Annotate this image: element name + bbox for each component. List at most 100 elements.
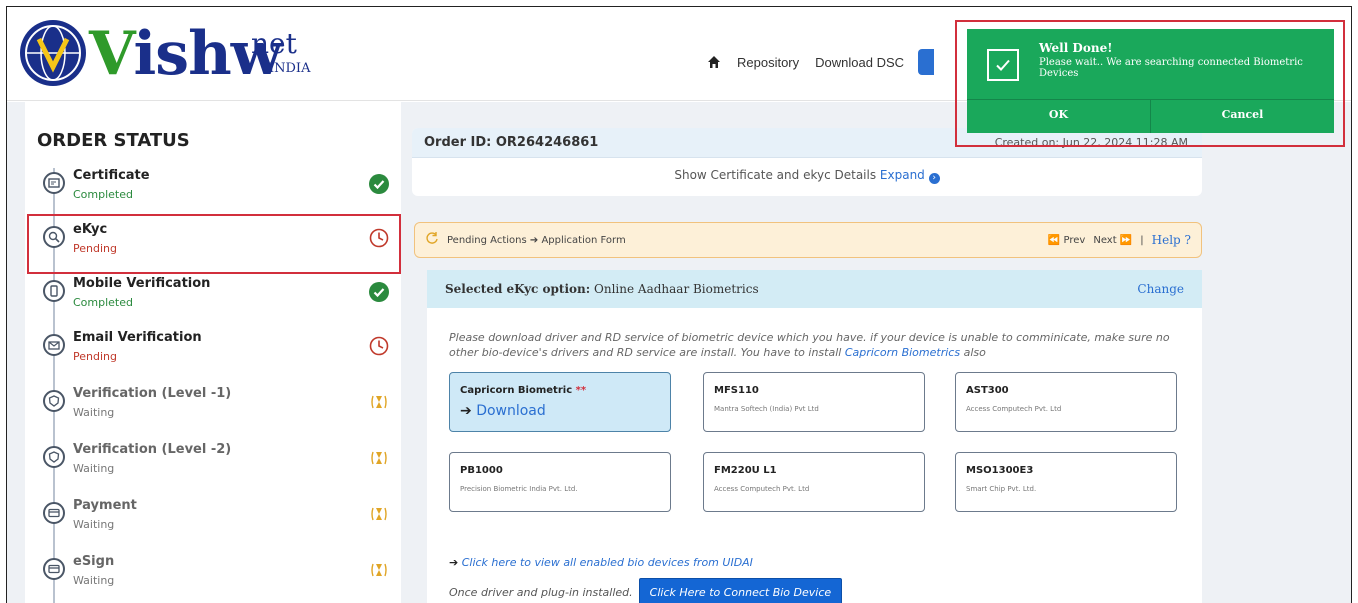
completed-check-icon (369, 282, 389, 302)
device-vendor: Mantra Softech (India) Pvt Ltd (714, 405, 819, 413)
arrow-right-icon: ➔ (529, 235, 539, 246)
step-status: Completed (73, 296, 133, 309)
step-esign[interactable]: eSign Waiting (39, 550, 389, 602)
toast-message: Please wait.. We are searching connected… (1039, 57, 1303, 79)
nav-download-dsc[interactable]: Download DSC (815, 55, 904, 70)
order-status-sidebar: ORDER STATUS Certificate Completed eKyc … (25, 102, 401, 603)
next-button[interactable]: Next ⏩ (1093, 235, 1132, 246)
capricorn-link[interactable]: Capricorn Biometrics (845, 346, 960, 359)
device-name: MSO1300E3 (966, 465, 1034, 476)
pending-actions-bar: Pending Actions ➔ Application Form ⏪ Pre… (414, 222, 1202, 258)
brand-net: net (251, 27, 297, 60)
device-name: Capricorn Biometric ** (460, 385, 587, 396)
step-title: Mobile Verification (73, 276, 211, 291)
help-link[interactable]: Help ? (1152, 233, 1191, 247)
refresh-icon (426, 232, 438, 244)
connect-row: Once driver and plug-in installed. Click… (449, 578, 843, 603)
step-certificate[interactable]: Certificate Completed (39, 164, 389, 216)
pending-actions-target: Application Form (541, 235, 626, 246)
certificate-icon (43, 172, 65, 194)
pending-actions-label: Pending Actions (447, 235, 527, 246)
step-title: Verification (Level -2) (73, 442, 232, 457)
order-id: Order ID: OR264246861 (424, 135, 599, 150)
device-vendor: Access Computech Pvt. Ltd (714, 485, 810, 493)
step-title: Payment (73, 498, 137, 513)
ekyc-option-value: Online Aadhaar Biometrics (594, 282, 759, 296)
ekyc-step-highlight (27, 214, 401, 274)
arrow-right-icon: ➔ (460, 403, 472, 419)
step-status: Completed (73, 188, 133, 201)
step-title: Verification (Level -1) (73, 386, 232, 401)
main-content: Order ID: OR264246861 Created on: Jun 22… (412, 102, 1212, 603)
waiting-hourglass-icon (371, 395, 387, 409)
brand-india: INDIA (269, 61, 311, 76)
device-card-mfs110[interactable]: MFS110 Mantra Softech (India) Pvt Ltd (703, 372, 925, 432)
step-payment[interactable]: Payment Waiting (39, 494, 389, 546)
device-name: MFS110 (714, 385, 759, 396)
device-card-fm220u-l1[interactable]: FM220U L1 Access Computech Pvt. Ltd (703, 452, 925, 512)
home-icon[interactable] (707, 55, 721, 69)
device-name: PB1000 (460, 465, 503, 476)
step-status: Waiting (73, 406, 115, 419)
step-title: eSign (73, 554, 115, 569)
step-status: Waiting (73, 574, 115, 587)
email-icon (43, 334, 65, 356)
step-mobile-verification[interactable]: Mobile Verification Completed (39, 272, 389, 324)
page-body: ORDER STATUS Certificate Completed eKyc … (7, 102, 1351, 603)
mobile-icon (43, 280, 65, 302)
nav-repository[interactable]: Repository (737, 55, 799, 70)
device-vendor: Precision Biometric India Pvt. Ltd. (460, 485, 578, 493)
device-name: AST300 (966, 385, 1009, 396)
connect-bio-device-button[interactable]: Click Here to Connect Bio Device (638, 578, 843, 603)
device-card-pb1000[interactable]: PB1000 Precision Biometric India Pvt. Lt… (449, 452, 671, 512)
device-name: FM220U L1 (714, 465, 777, 476)
toast-cancel-button[interactable]: Cancel (1150, 100, 1334, 133)
device-instructions: Please download driver and RD service of… (449, 331, 1170, 359)
pending-clock-icon (369, 336, 389, 356)
toast-actions: OK Cancel (967, 99, 1334, 133)
step-status: Waiting (73, 518, 115, 531)
show-details-row: Show Certificate and ekyc Details Expand… (412, 168, 1202, 184)
device-card-capricorn[interactable]: Capricorn Biometric ** ➔ Download (449, 372, 671, 432)
change-link[interactable]: Change (1137, 282, 1184, 296)
ekyc-option-bar: Selected eKyc option: Online Aadhaar Bio… (427, 270, 1202, 308)
prev-button[interactable]: ⏪ Prev (1048, 235, 1085, 246)
uidai-devices-link[interactable]: ➔ Click here to view all enabled bio dev… (449, 556, 753, 569)
download-link[interactable]: ➔ Download (460, 403, 546, 419)
arrow-right-icon: ➔ (449, 556, 459, 569)
step-title: Email Verification (73, 330, 202, 345)
waiting-hourglass-icon (371, 507, 387, 521)
pending-actions-text: Pending Actions ➔ Application Form (447, 235, 626, 246)
toast-ok-button[interactable]: OK (967, 100, 1150, 133)
waiting-hourglass-icon (371, 563, 387, 577)
waiting-hourglass-icon (371, 451, 387, 465)
connect-prefix: Once driver and plug-in installed. (449, 586, 633, 599)
pager: ⏪ Prev Next ⏩ | Help ? (1047, 233, 1191, 247)
shield-icon (43, 446, 65, 468)
expand-arrow-icon[interactable]: › (928, 173, 940, 184)
device-card-mso1300e3[interactable]: MSO1300E3 Smart Chip Pvt. Ltd. (955, 452, 1177, 512)
success-toast: Well Done! Please wait.. We are searchin… (967, 29, 1334, 133)
step-verification-level-1[interactable]: Verification (Level -1) Waiting (39, 382, 389, 434)
ekyc-option-text: Selected eKyc option: Online Aadhaar Bio… (445, 282, 759, 296)
step-email-verification[interactable]: Email Verification Pending (39, 326, 389, 378)
sidebar-title: ORDER STATUS (37, 130, 190, 151)
check-icon (987, 49, 1019, 81)
vishwnet-logo[interactable]: Vishw net INDIA (11, 13, 311, 93)
show-details-text: Show Certificate and ekyc Details (674, 168, 877, 182)
device-card-ast300[interactable]: AST300 Access Computech Pvt. Ltd (955, 372, 1177, 432)
device-vendor: Access Computech Pvt. Ltd (966, 405, 1062, 413)
card-icon (43, 502, 65, 524)
expand-link[interactable]: Expand (880, 168, 925, 182)
card-icon (43, 558, 65, 580)
device-vendor: Smart Chip Pvt. Ltd. (966, 485, 1037, 493)
step-title: Certificate (73, 168, 150, 183)
devices-panel: Please download driver and RD service of… (427, 308, 1202, 603)
step-status: Waiting (73, 462, 115, 475)
nav-partial-button[interactable] (918, 49, 935, 75)
step-status: Pending (73, 350, 117, 363)
completed-check-icon (369, 174, 389, 194)
shield-icon (43, 390, 65, 412)
step-verification-level-2[interactable]: Verification (Level -2) Waiting (39, 438, 389, 490)
globe-logo-icon (20, 20, 86, 86)
